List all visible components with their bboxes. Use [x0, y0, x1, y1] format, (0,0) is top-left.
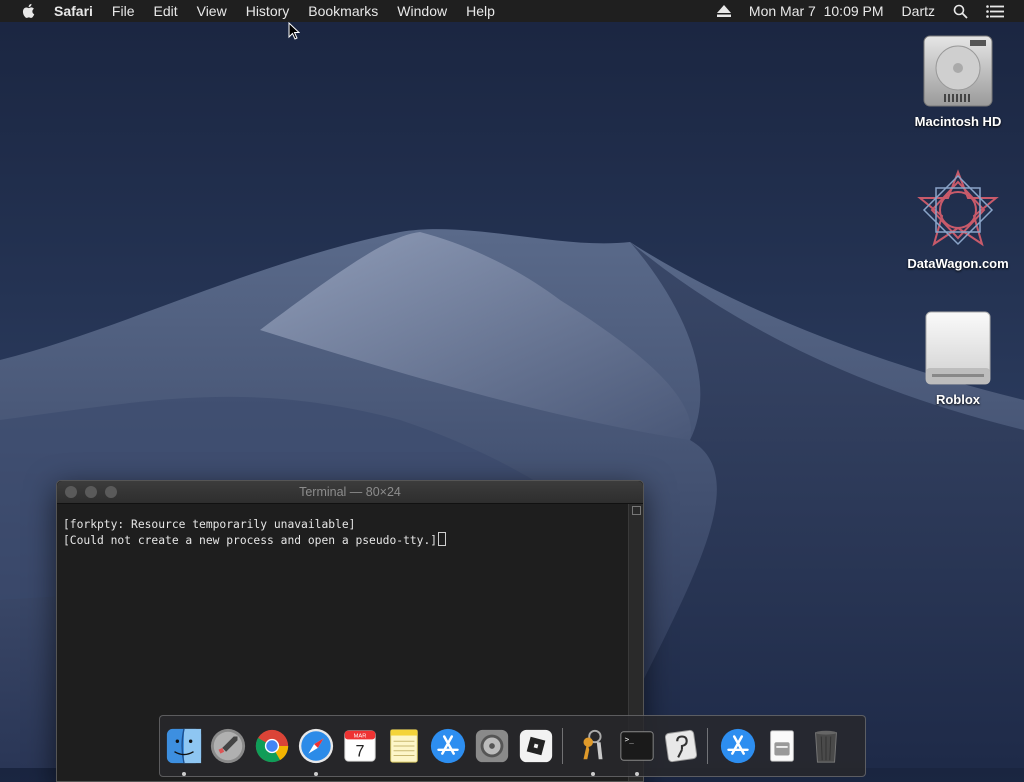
- clock[interactable]: Mon Mar 7 10:09 PM: [749, 3, 884, 19]
- menu-view[interactable]: View: [197, 3, 227, 19]
- safari-compass-icon: [298, 728, 334, 764]
- menu-extras: Mon Mar 7 10:09 PM Dartz: [716, 3, 1024, 19]
- running-indicator: [314, 772, 318, 776]
- notes-icon: [390, 729, 418, 763]
- dock-app-store-downloads[interactable]: [718, 726, 758, 766]
- desktop-icon-macintosh-hd[interactable]: Macintosh HD: [903, 32, 1013, 129]
- dock-roblox[interactable]: [516, 726, 556, 766]
- menu-edit[interactable]: Edit: [153, 3, 177, 19]
- trash-icon: [815, 730, 837, 763]
- eject-icon[interactable]: [716, 5, 731, 17]
- hard-drive-icon: [923, 35, 993, 107]
- running-indicator: [591, 772, 595, 776]
- running-indicator: [182, 772, 186, 776]
- menu-bookmarks[interactable]: Bookmarks: [308, 3, 378, 19]
- menu-window[interactable]: Window: [397, 3, 447, 19]
- user-name[interactable]: Dartz: [902, 3, 935, 19]
- menu-app-safari[interactable]: Safari: [54, 3, 93, 19]
- roblox-icon: [519, 729, 553, 763]
- dock-separator: [562, 728, 563, 764]
- datawagon-icon: [917, 169, 999, 247]
- dock-notes[interactable]: [384, 726, 424, 766]
- dock-terminal[interactable]: >_: [617, 726, 657, 776]
- terminal-title: Terminal — 80×24: [299, 485, 401, 499]
- finder-icon: [166, 728, 202, 764]
- calendar-month: MAR: [354, 733, 367, 739]
- dock-safari[interactable]: [296, 726, 336, 776]
- text-cursor: [438, 532, 447, 546]
- dock-directory-utility[interactable]: [661, 726, 701, 766]
- calendar-icon: MAR 7: [344, 730, 376, 762]
- calendar-day: 7: [356, 742, 365, 760]
- dock-keychain-access[interactable]: [573, 726, 613, 776]
- external-drive-icon: [925, 311, 991, 385]
- dock-app-store[interactable]: [428, 726, 468, 766]
- dock-launchpad[interactable]: [208, 726, 248, 766]
- terminal-line: [Could not create a new process and open…: [63, 534, 438, 547]
- desktop-icon-roblox[interactable]: Roblox: [903, 308, 1013, 407]
- terminal-line-with-cursor: [Could not create a new process and open…: [63, 532, 629, 548]
- terminal-title-bar[interactable]: Terminal — 80×24: [57, 481, 643, 504]
- menu-help[interactable]: Help: [466, 3, 495, 19]
- desktop-icon-label: DataWagon.com: [907, 256, 1009, 271]
- dock-chrome[interactable]: [252, 726, 292, 766]
- notification-center-icon[interactable]: [986, 4, 1004, 18]
- menu-bar: Safari File Edit View History Bookmarks …: [0, 0, 1024, 22]
- launchpad-rocket-icon: [210, 728, 246, 764]
- dock-system-preferences[interactable]: [472, 726, 512, 766]
- app-store-icon: [720, 728, 756, 764]
- desktop-icon-label: Macintosh HD: [914, 114, 1002, 129]
- mouse-pointer-icon: [288, 22, 300, 40]
- gear-icon: [475, 729, 509, 763]
- keys-icon: [583, 729, 603, 760]
- menu-history[interactable]: History: [246, 3, 290, 19]
- directory-utility-icon: [664, 729, 698, 763]
- dock-trash[interactable]: [806, 726, 846, 766]
- terminal-icon: >_: [620, 731, 654, 761]
- menu-file[interactable]: File: [112, 3, 135, 19]
- apple-menu-icon[interactable]: [20, 2, 38, 20]
- dock-documents-stack[interactable]: [762, 726, 802, 766]
- split-pane-icon[interactable]: [632, 506, 641, 515]
- document-stack-icon: [770, 730, 794, 762]
- running-indicator: [635, 772, 639, 776]
- chrome-icon: [255, 729, 289, 763]
- svg-text:>_: >_: [625, 735, 635, 744]
- app-store-icon: [430, 728, 466, 764]
- desktop-icon-label: Roblox: [935, 392, 981, 407]
- dock-separator: [707, 728, 708, 764]
- dock-calendar[interactable]: MAR 7: [340, 726, 380, 766]
- spotlight-search-icon[interactable]: [953, 4, 968, 19]
- dock-finder[interactable]: [164, 726, 204, 776]
- desktop-icon-datawagon[interactable]: DataWagon.com: [903, 168, 1013, 271]
- terminal-line: [forkpty: Resource temporarily unavailab…: [63, 518, 356, 531]
